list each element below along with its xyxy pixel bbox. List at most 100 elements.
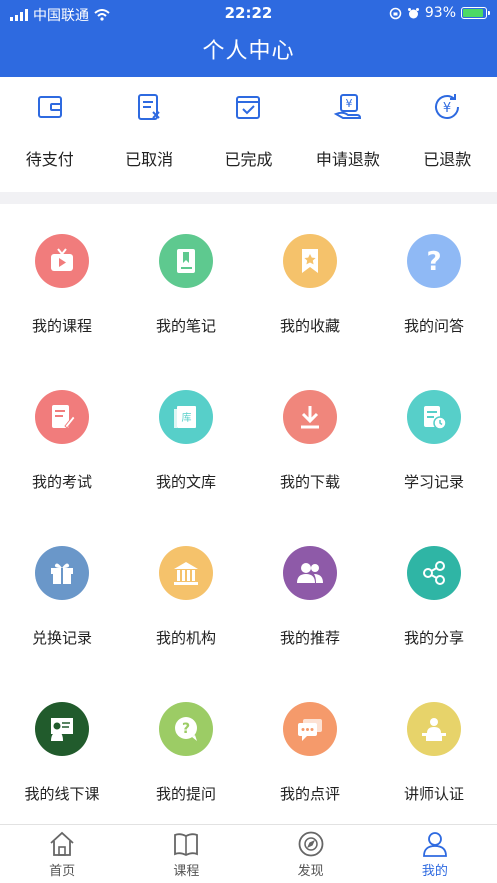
menu-icon-circle xyxy=(159,234,213,288)
menu-study-record[interactable]: 学习记录 xyxy=(372,360,496,516)
menu-my-exams[interactable]: 我的考试 xyxy=(0,360,124,516)
people-icon xyxy=(297,563,323,583)
book-icon xyxy=(174,833,199,857)
menu-icon-circle xyxy=(283,390,337,444)
gift-icon xyxy=(51,563,73,584)
menu-label: 我的下载 xyxy=(279,473,340,491)
menu-icon-circle xyxy=(407,546,461,600)
menu-label: 我的点评 xyxy=(279,785,340,803)
menu-my-notes[interactable]: 我的笔记 xyxy=(124,204,248,360)
menu-my-shares[interactable]: 我的分享 xyxy=(372,516,496,672)
exam-paper-icon xyxy=(52,405,76,429)
order-label: 申请退款 xyxy=(315,150,380,169)
menu-label: 我的考试 xyxy=(31,473,92,491)
alarm-icon xyxy=(407,7,419,18)
menu-icon-circle xyxy=(159,546,213,600)
tv-play-icon xyxy=(51,248,73,271)
cancelled-document-icon xyxy=(138,94,160,120)
tab-courses[interactable]: 课程 xyxy=(124,825,248,883)
menu-icon-circle xyxy=(35,234,89,288)
institution-icon xyxy=(174,562,198,585)
menu-icon-circle xyxy=(35,546,89,600)
menu-icon-circle xyxy=(283,234,337,288)
svg-text:?: ? xyxy=(182,721,190,737)
download-icon xyxy=(301,406,319,429)
order-completed[interactable]: 已完成 xyxy=(199,77,298,192)
menu-label: 兑换记录 xyxy=(31,629,92,647)
refund-request-icon: ¥ xyxy=(333,94,361,119)
menu-label: 学习记录 xyxy=(403,473,464,491)
library-book-icon: 库 xyxy=(174,406,196,428)
menu-label: 我的线下课 xyxy=(24,785,100,803)
menu-my-courses[interactable]: 我的课程 xyxy=(0,204,124,360)
tab-home[interactable]: 首页 xyxy=(0,825,124,883)
menu-label: 我的收藏 xyxy=(279,317,340,335)
ask-bubble-icon: ? xyxy=(175,717,197,741)
study-record-icon xyxy=(424,406,447,430)
menu-icon-circle xyxy=(35,390,89,444)
tab-bar: 首页 课程 发现 我的 xyxy=(0,824,497,883)
order-label: 已完成 xyxy=(224,150,273,169)
menu-label: 我的课程 xyxy=(31,317,92,335)
menu-label: 我的提问 xyxy=(155,785,216,803)
menu-label: 我的机构 xyxy=(155,629,216,647)
status-bar: 中国联通 22:22 93% xyxy=(0,0,497,28)
svg-text:¥: ¥ xyxy=(345,97,352,110)
battery-percent: 93% xyxy=(424,5,456,21)
menu-my-library[interactable]: 库 我的文库 xyxy=(124,360,248,516)
menu-my-recommendations[interactable]: 我的推荐 xyxy=(248,516,372,672)
order-cancelled[interactable]: 已取消 xyxy=(99,77,198,192)
battery-icon xyxy=(461,7,490,19)
section-divider xyxy=(0,192,497,204)
svg-text:库: 库 xyxy=(182,411,192,424)
lecturer-icon xyxy=(422,718,446,741)
svg-text:?: ? xyxy=(426,247,441,276)
order-refund-request[interactable]: ¥ 申请退款 xyxy=(298,77,397,192)
page-title: 个人中心 xyxy=(202,39,295,64)
menu-icon-circle: 库 xyxy=(159,390,213,444)
order-status-bar: 待支付 已取消 已完成 ¥ 申请退款 ¥ 已退款 xyxy=(0,77,497,192)
menu-icon-circle: ? xyxy=(407,234,461,288)
menu-icon-circle: ? xyxy=(159,702,213,756)
tab-label: 课程 xyxy=(173,864,200,879)
notebook-pen-icon xyxy=(177,249,195,273)
rotation-lock-icon xyxy=(389,7,402,19)
menu-label: 我的分享 xyxy=(403,629,464,647)
menu-icon-circle xyxy=(283,702,337,756)
bookmark-star-icon xyxy=(302,249,318,273)
calendar-check-icon xyxy=(236,96,261,119)
menu-my-questions[interactable]: ? 我的提问 xyxy=(124,672,248,828)
menu-my-favorites[interactable]: 我的收藏 xyxy=(248,204,372,360)
menu-icon-circle xyxy=(35,702,89,756)
menu-label: 我的推荐 xyxy=(279,629,340,647)
user-icon xyxy=(422,832,447,857)
menu-label: 我的文库 xyxy=(155,473,216,491)
comment-icon xyxy=(298,719,322,741)
header: 中国联通 22:22 93% 个人中心 xyxy=(0,0,497,77)
menu-my-reviews[interactable]: 我的点评 xyxy=(248,672,372,828)
tab-label: 首页 xyxy=(49,864,76,879)
menu-my-downloads[interactable]: 我的下载 xyxy=(248,360,372,516)
order-label: 已取消 xyxy=(125,150,174,169)
share-icon xyxy=(423,561,445,585)
tab-mine[interactable]: 我的 xyxy=(373,825,497,883)
menu-my-institution[interactable]: 我的机构 xyxy=(124,516,248,672)
order-pending-payment[interactable]: 待支付 xyxy=(0,77,99,192)
teacher-board-icon xyxy=(51,718,73,741)
home-icon xyxy=(50,831,74,856)
menu-icon-circle xyxy=(407,390,461,444)
tab-label: 发现 xyxy=(297,864,324,879)
menu-my-offline-courses[interactable]: 我的线下课 xyxy=(0,672,124,828)
tab-discover[interactable]: 发现 xyxy=(249,825,373,883)
refunded-yen-icon: ¥ xyxy=(435,94,460,119)
menu-icon-circle xyxy=(283,546,337,600)
menu-lecturer-certification[interactable]: 讲师认证 xyxy=(372,672,496,828)
order-refunded[interactable]: ¥ 已退款 xyxy=(398,77,497,192)
menu-my-qa[interactable]: ? 我的问答 xyxy=(372,204,496,360)
order-label: 已退款 xyxy=(423,150,472,169)
menu-label: 我的问答 xyxy=(403,317,464,335)
tab-label: 我的 xyxy=(421,864,448,879)
menu-icon-circle xyxy=(407,702,461,756)
menu-redemption-record[interactable]: 兑换记录 xyxy=(0,516,124,672)
wallet-icon xyxy=(37,96,62,118)
